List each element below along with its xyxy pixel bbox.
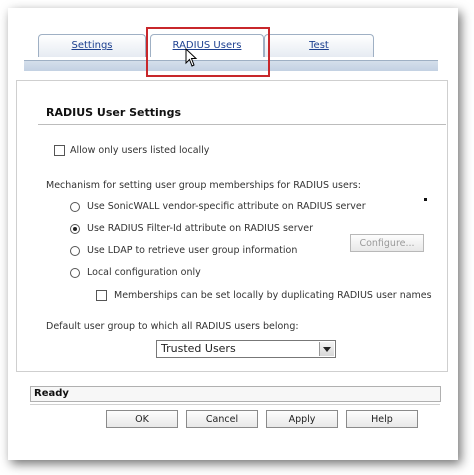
memberships-checkbox[interactable] [96, 290, 107, 301]
radio-filter-id[interactable] [70, 224, 80, 234]
default-group-select[interactable]: Trusted Users [156, 340, 336, 358]
configure-button[interactable]: Configure... [350, 234, 424, 252]
status-text: Ready [34, 388, 69, 399]
tab-settings[interactable]: Settings [38, 34, 146, 57]
help-button[interactable]: Help [346, 410, 418, 428]
radio-local-config[interactable] [70, 268, 80, 278]
radio-ldap[interactable] [70, 246, 80, 256]
radius-config-window: Settings RADIUS Users Test RADIUS User S… [8, 8, 458, 460]
option-filter-id-label: Use RADIUS Filter-Id attribute on RADIUS… [87, 223, 314, 234]
footer-divider [30, 404, 440, 405]
mouse-cursor-icon [185, 48, 198, 67]
memberships-label: Memberships can be set locally by duplic… [114, 290, 432, 301]
option-sonicwall-label: Use SonicWALL vendor-specific attribute … [87, 201, 366, 212]
tab-test[interactable]: Test [264, 34, 374, 57]
status-bar: Ready [30, 386, 441, 402]
dropdown-arrow-icon[interactable] [319, 342, 334, 356]
ok-button[interactable]: OK [106, 410, 178, 428]
default-group-value: Trusted Users [161, 342, 236, 355]
option-ldap-label: Use LDAP to retrieve user group informat… [87, 245, 298, 256]
allow-local-label: Allow only users listed locally [70, 145, 210, 156]
highlight-box [146, 27, 270, 77]
mechanism-label: Mechanism for setting user group members… [46, 180, 361, 191]
radio-sonicwall-attribute[interactable] [70, 202, 80, 212]
default-group-label: Default user group to which all RADIUS u… [46, 321, 299, 332]
section-divider [38, 124, 446, 125]
allow-local-checkbox[interactable] [54, 145, 65, 156]
apply-button[interactable]: Apply [266, 410, 338, 428]
cancel-button[interactable]: Cancel [186, 410, 258, 428]
marker-dot [424, 198, 427, 201]
option-local-label: Local configuration only [87, 267, 201, 278]
section-title: RADIUS User Settings [46, 106, 182, 119]
